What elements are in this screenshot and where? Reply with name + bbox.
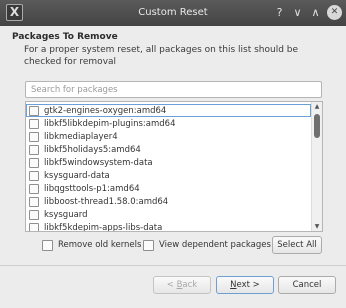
package-list[interactable]: gtk2-engines-oxygen:amd64 libkf5libkdepim… <box>25 101 323 232</box>
remove-old-kernels-option[interactable]: Remove old kernels <box>42 238 141 252</box>
package-checkbox[interactable] <box>29 170 39 181</box>
next-rest: ext > <box>236 280 260 290</box>
package-label: libqgsttools-p1:amd64 <box>44 183 140 194</box>
package-label: libkmediaplayer4 <box>44 131 118 142</box>
package-row[interactable]: libqgsttools-p1:amd64 <box>26 182 311 195</box>
back-button[interactable]: < Back <box>153 276 211 294</box>
footer-divider <box>0 265 346 266</box>
package-label: libkf5holidays5:amd64 <box>44 144 141 155</box>
minimize-icon[interactable]: ∨ <box>289 4 306 21</box>
package-label: libboost-thread1.58.0:amd64 <box>44 196 169 207</box>
remove-old-kernels-label: Remove old kernels <box>58 240 142 250</box>
help-icon[interactable]: ? <box>271 4 288 21</box>
scroll-thumb[interactable] <box>314 114 320 138</box>
cancel-button[interactable]: Cancel <box>278 276 336 294</box>
view-dependent-option[interactable]: View dependent packages <box>143 238 271 252</box>
scrollbar[interactable]: ▲ ▼ <box>311 102 322 231</box>
package-row[interactable]: libkf5holidays5:amd64 <box>26 143 311 156</box>
package-checkbox[interactable] <box>29 144 39 155</box>
package-row[interactable]: ksysguard-data <box>26 169 311 182</box>
package-row[interactable]: libkf5libkdepim-plugins:amd64 <box>26 117 311 130</box>
package-row[interactable]: libkmediaplayer4 <box>26 130 311 143</box>
package-label: ksysguard <box>44 209 88 220</box>
title-bar: X Custom Reset ? ∨ ∧ ✕ <box>0 0 346 26</box>
view-dependent-checkbox[interactable] <box>143 239 154 251</box>
back-prefix: < <box>166 280 177 290</box>
remove-old-kernels-checkbox[interactable] <box>42 239 53 251</box>
package-label: ksysguard-data <box>44 170 110 181</box>
package-label: libkf5windowsystem-data <box>44 157 153 168</box>
back-rest: ack <box>182 280 198 290</box>
package-row[interactable]: libkf5windowsystem-data <box>26 156 311 169</box>
package-checkbox[interactable] <box>29 118 39 129</box>
package-checkbox[interactable] <box>29 183 39 194</box>
select-all-button[interactable]: Select All <box>272 236 322 254</box>
package-row[interactable]: gtk2-engines-oxygen:amd64 <box>26 104 311 117</box>
next-button[interactable]: Next > <box>216 276 274 294</box>
package-label: gtk2-engines-oxygen:amd64 <box>44 105 167 116</box>
scroll-up-icon[interactable]: ▲ <box>312 102 322 111</box>
package-checkbox[interactable] <box>29 209 39 220</box>
package-checkbox[interactable] <box>29 105 39 116</box>
package-row[interactable]: ksysguard <box>26 208 311 221</box>
package-checkbox[interactable] <box>29 131 39 142</box>
package-row[interactable]: libkf5kdepim-apps-libs-data <box>26 221 311 232</box>
view-dependent-label: View dependent packages <box>159 240 271 250</box>
package-checkbox[interactable] <box>29 196 39 207</box>
section-description: For a proper system reset, all packages … <box>24 45 299 67</box>
package-label: libkf5kdepim-apps-libs-data <box>44 222 163 232</box>
section-title: Packages To Remove <box>12 32 118 42</box>
package-checkbox[interactable] <box>29 157 39 168</box>
search-input[interactable] <box>25 81 322 98</box>
maximize-icon[interactable]: ∧ <box>307 4 324 21</box>
package-checkbox[interactable] <box>29 222 39 231</box>
close-icon[interactable]: ✕ <box>327 5 342 20</box>
package-row[interactable]: libboost-thread1.58.0:amd64 <box>26 195 311 208</box>
package-label: libkf5libkdepim-plugins:amd64 <box>44 118 176 129</box>
scroll-down-icon[interactable]: ▼ <box>312 222 322 231</box>
